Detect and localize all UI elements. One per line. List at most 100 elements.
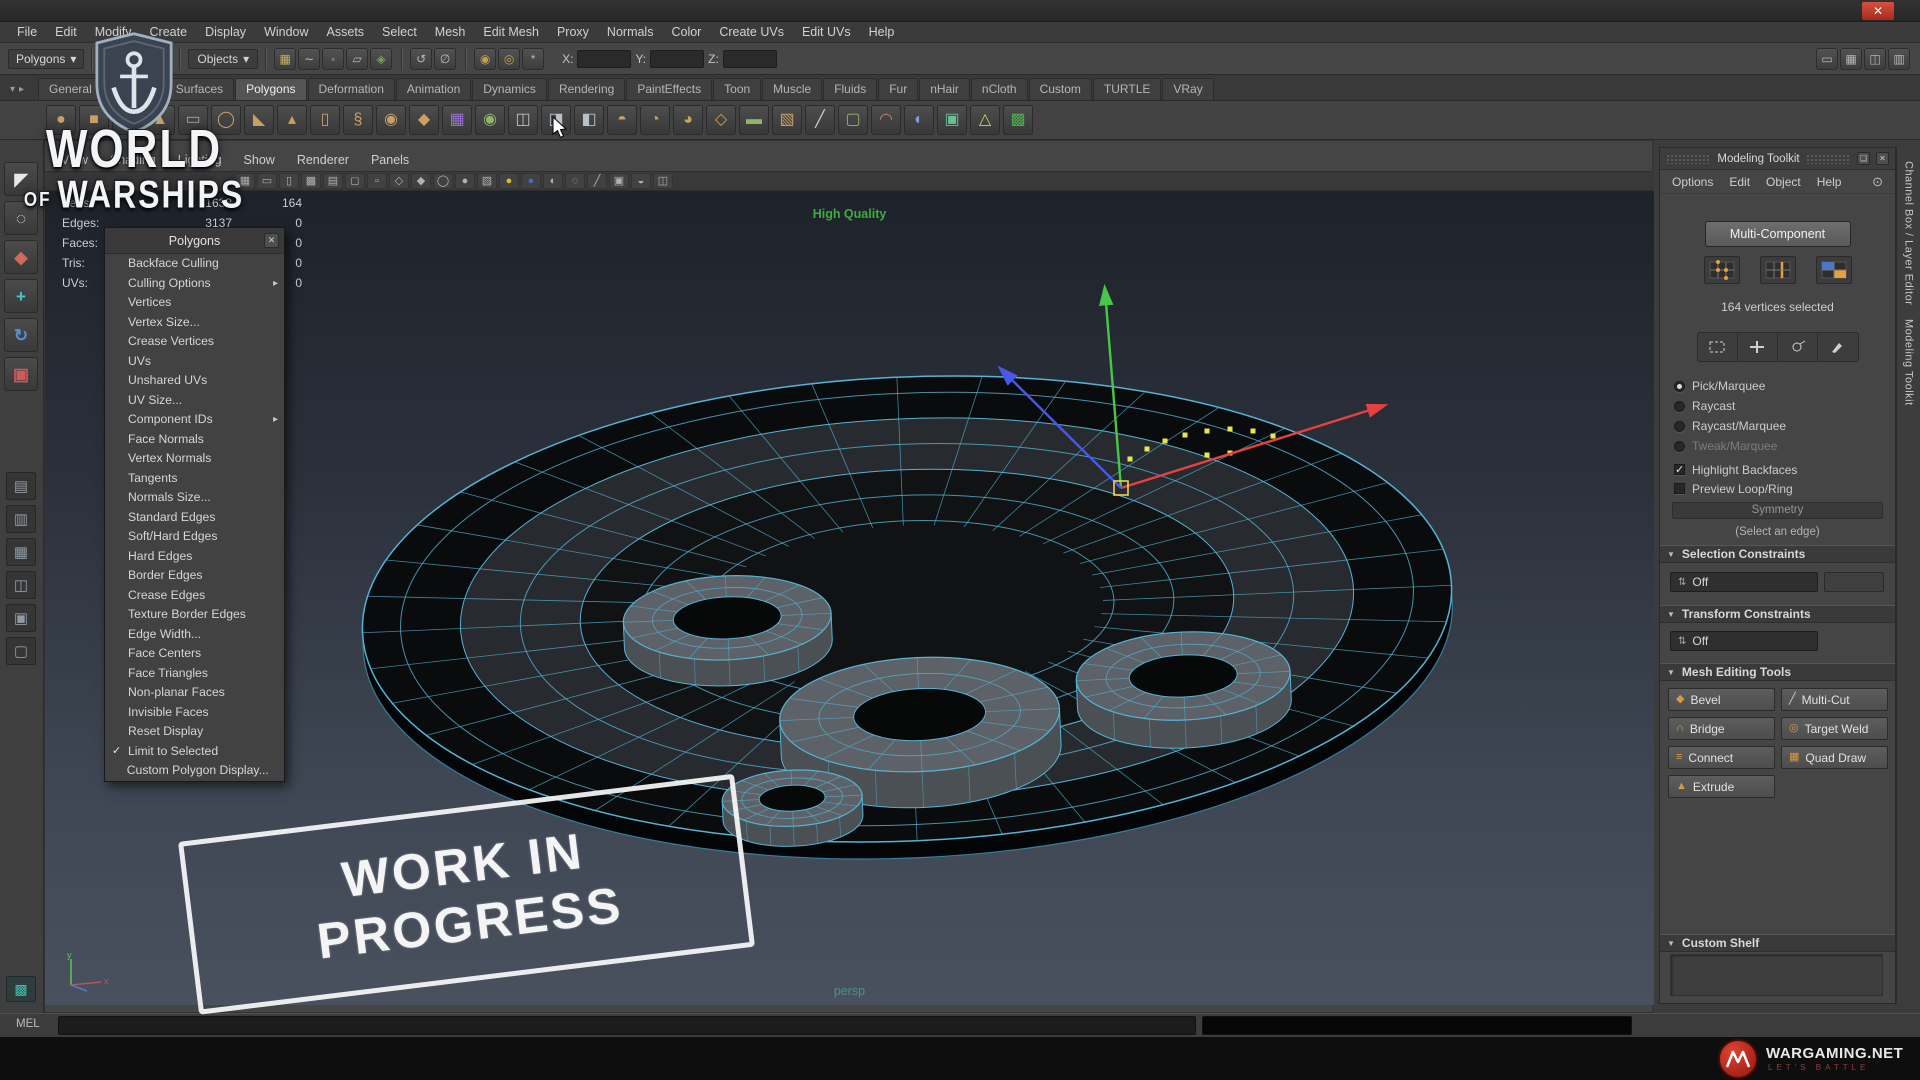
film-gate-icon[interactable]: ▭ [257, 173, 277, 189]
no-construction-history-icon[interactable]: ∅ [434, 48, 456, 70]
menu-item[interactable]: Vertex Normals [105, 449, 284, 469]
outliner-layout-icon[interactable]: ▩ [6, 976, 36, 1002]
section-custom-shelf[interactable]: ▼ Custom Shelf [1660, 934, 1895, 952]
shelf-tab[interactable]: Dynamics [472, 78, 547, 100]
bevel-icon[interactable]: ◇ [706, 105, 736, 135]
float-panel-icon[interactable]: ❏ [1857, 152, 1870, 165]
toolkit-header[interactable]: Modeling Toolkit ❏ ✕ [1660, 148, 1895, 170]
render-settings-icon[interactable]: * [522, 48, 544, 70]
shelf-tab[interactable]: Muscle [762, 78, 822, 100]
extract-icon[interactable]: ◧ [574, 105, 604, 135]
radio-option[interactable]: Raycast [1674, 396, 1786, 416]
symmetry-button[interactable]: Symmetry [1672, 502, 1883, 519]
selection-constraint-dropdown[interactable]: ⇅ Off [1670, 572, 1818, 592]
menu-item[interactable]: Texture Border Edges [105, 605, 284, 625]
quad-draw-icon[interactable]: ▣ [937, 105, 967, 135]
poly-helix-icon[interactable]: § [343, 105, 373, 135]
shelf-tab[interactable]: nCloth [971, 78, 1028, 100]
close-icon[interactable]: ✕ [1876, 152, 1889, 165]
mesh-tool-button[interactable]: ∩ Bridge [1668, 717, 1775, 740]
menubar-item[interactable]: Color [662, 22, 710, 42]
move-tool-icon[interactable]: + [4, 279, 38, 313]
snap-to-grid-icon[interactable]: ▦ [274, 48, 296, 70]
mesh-tool-button[interactable]: ◆ Bevel [1668, 688, 1775, 711]
panel-toggle-icon[interactable]: ▥ [1888, 48, 1910, 70]
mel-command-input[interactable] [58, 1016, 1196, 1035]
menu-item[interactable]: Non-planar Faces [105, 683, 284, 703]
multisample-icon[interactable]: ▣ [609, 173, 629, 189]
occlusion-icon[interactable]: ◒ [631, 173, 651, 189]
close-icon[interactable]: ✕ [264, 233, 279, 248]
uv-checker-icon[interactable]: ▩ [1003, 105, 1033, 135]
gate-mask-icon[interactable]: ▩ [301, 173, 321, 189]
menu-item[interactable]: Tangents [105, 469, 284, 489]
scale-tool-icon[interactable]: ▣ [4, 357, 38, 391]
menu-item[interactable]: Unshared UVs [105, 371, 284, 391]
smooth-mesh-icon[interactable]: ◉ [475, 105, 505, 135]
extrude-icon[interactable]: ▧ [772, 105, 802, 135]
multi-cut-icon[interactable]: ╱ [805, 105, 835, 135]
safe-action-icon[interactable]: ◻ [345, 173, 365, 189]
ipr-render-icon[interactable]: ◎ [498, 48, 520, 70]
menu-item[interactable]: Face Triangles [105, 664, 284, 684]
single-pane-icon[interactable]: ▤ [6, 472, 36, 500]
mel-label[interactable]: MEL [16, 1018, 40, 1030]
combine-icon[interactable]: ◫ [508, 105, 538, 135]
paint-select-mode-icon[interactable] [1818, 333, 1858, 361]
append-polygon-icon[interactable]: ▢ [838, 105, 868, 135]
panel-menu-item[interactable]: Show [244, 153, 275, 167]
menubar-item[interactable]: Select [373, 22, 426, 42]
multi-component-button[interactable]: Multi-Component [1705, 221, 1851, 247]
toolkit-menu-options[interactable]: Options [1672, 175, 1713, 189]
menu-item[interactable]: Reset Display [105, 722, 284, 742]
section-mesh-editing-tools[interactable]: ▼ Mesh Editing Tools [1660, 663, 1895, 681]
edge-mode-icon[interactable] [1760, 256, 1796, 284]
hypershade-persp-icon[interactable]: ▢ [6, 637, 36, 665]
safe-title-icon[interactable]: ▫ [367, 173, 387, 189]
persp-outliner-icon[interactable]: ▣ [6, 604, 36, 632]
menu-item[interactable]: Custom Polygon Display... [105, 761, 284, 781]
drag-handle[interactable] [1666, 154, 1711, 164]
poly-prism-icon[interactable]: ◣ [244, 105, 274, 135]
xray-mode-icon[interactable]: ◐ [543, 173, 563, 189]
two-pane-stacked-icon[interactable]: ◫ [6, 571, 36, 599]
menu-item[interactable]: Soft/Hard Edges [105, 527, 284, 547]
mesh-tool-button[interactable]: ▦ Quad Draw [1781, 746, 1888, 769]
menu-item[interactable]: Normals Size... [105, 488, 284, 508]
shadows-toggle-icon[interactable]: ● [521, 173, 541, 189]
shelf-tab[interactable]: Polygons [235, 78, 306, 100]
menu-item[interactable]: Component IDs [105, 410, 284, 430]
textured-mode-icon[interactable]: ▧ [477, 173, 497, 189]
menu-item[interactable]: UVs [105, 352, 284, 372]
two-pane-side-icon[interactable]: ▥ [6, 505, 36, 533]
face-mode-icon[interactable] [1816, 256, 1852, 284]
menubar-item[interactable]: Window [255, 22, 317, 42]
mesh-tool-button[interactable]: ▲ Extrude [1668, 775, 1775, 798]
shelf-tab[interactable]: nHair [919, 78, 970, 100]
menu-item[interactable]: Crease Vertices [105, 332, 284, 352]
menu-item[interactable]: Face Normals [105, 430, 284, 450]
sculpt-icon[interactable]: ◠ [871, 105, 901, 135]
shelf-tab[interactable]: Toon [713, 78, 761, 100]
menubar-item[interactable]: Normals [598, 22, 663, 42]
uv-texture-icon[interactable]: ▦ [442, 105, 472, 135]
window-close-button[interactable]: ✕ [1862, 2, 1894, 20]
menu-item[interactable]: Culling Options [105, 274, 284, 294]
section-transform-constraints[interactable]: ▼ Transform Constraints [1660, 605, 1895, 623]
shelf-tab[interactable]: TURTLE [1093, 78, 1161, 100]
tab-channel-box[interactable]: Channel Box / Layer Editor [1903, 161, 1915, 305]
menu-item[interactable]: Backface Culling [105, 254, 284, 274]
shelf-tab[interactable]: Custom [1029, 78, 1092, 100]
wireframe-mode-icon[interactable]: ◯ [433, 173, 453, 189]
drag-handle[interactable] [1806, 154, 1851, 164]
bridge-icon[interactable]: ▬ [739, 105, 769, 135]
construction-history-icon[interactable]: ↺ [410, 48, 432, 70]
isolate-select-icon[interactable]: ◌ [565, 173, 585, 189]
shelf-tab[interactable]: Rendering [548, 78, 625, 100]
radio-option[interactable]: Raycast/Marquee [1674, 416, 1786, 436]
menu-item[interactable]: Face Centers [105, 644, 284, 664]
menubar-item[interactable]: Edit Mesh [474, 22, 548, 42]
menubar-item[interactable]: Help [860, 22, 904, 42]
menu-item[interactable]: Limit to Selected [105, 742, 284, 762]
menubar-item[interactable]: Create UVs [710, 22, 793, 42]
